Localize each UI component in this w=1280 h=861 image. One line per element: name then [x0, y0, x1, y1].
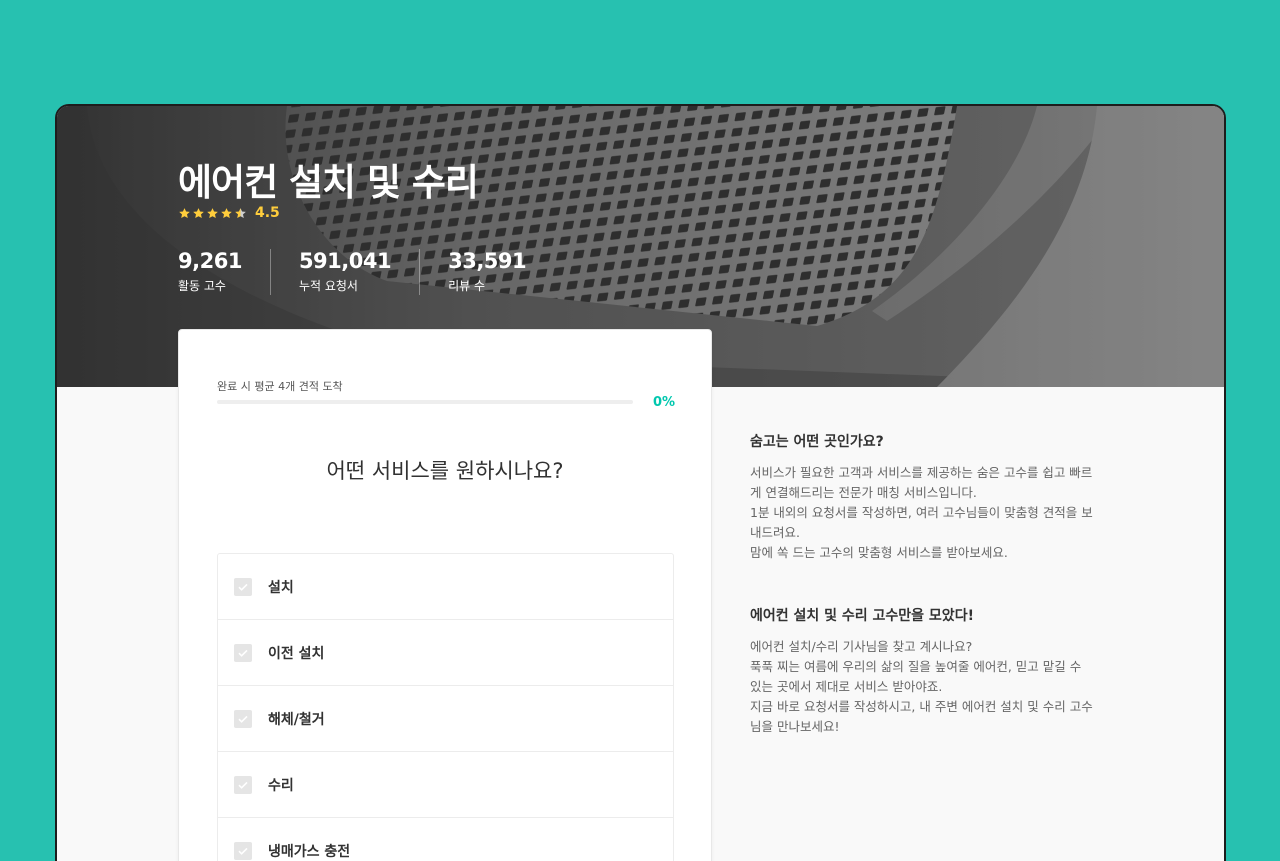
check-icon — [238, 583, 248, 591]
check-icon — [238, 715, 248, 723]
stat-label: 활동 고수 — [178, 279, 226, 293]
option-repair[interactable]: 수리 — [218, 752, 673, 818]
service-options-list: 설치 이전 설치 해체/철거 수리 냉매가스 충전 — [217, 553, 674, 861]
info-body: 에어컨 설치/수리 기사님을 찾고 계시나요? 푹푹 찌는 여름에 우리의 삶의… — [750, 639, 1093, 734]
option-refrigerant-recharge[interactable]: 냉매가스 충전 — [218, 818, 673, 861]
question-title: 어떤 서비스를 원하시나요? — [326, 459, 564, 483]
checkbox[interactable] — [234, 577, 252, 596]
option-label: 해체/철거 — [268, 711, 325, 728]
progress-bar — [217, 400, 633, 404]
checkbox[interactable] — [234, 841, 252, 860]
stat-value: 9,261 — [178, 249, 242, 273]
stat-value: 591,041 — [298, 249, 392, 273]
half-star-icon — [235, 207, 246, 218]
star-icon — [179, 207, 190, 218]
check-icon — [238, 649, 248, 657]
check-icon — [238, 781, 248, 789]
rating: 4.5 — [178, 205, 280, 221]
option-label: 설치 — [268, 579, 294, 596]
check-icon — [238, 847, 248, 855]
stat-label: 누적 요청서 — [298, 279, 358, 293]
star-icon — [221, 207, 232, 218]
checkbox[interactable] — [234, 775, 252, 794]
option-label: 냉매가스 충전 — [268, 843, 351, 860]
stat-label: 리뷰 수 — [448, 279, 486, 293]
progress-percent: 0% — [653, 395, 676, 410]
stats-row: 9,261 활동 고수 591,041 누적 요청서 33,591 리뷰 수 — [178, 249, 582, 295]
star-rating — [178, 207, 247, 220]
checkbox[interactable] — [234, 643, 252, 662]
stat-review-count: 33,591 리뷰 수 — [448, 249, 554, 295]
info-section-category: 에어컨 설치 및 수리 고수만을 모았다! 에어컨 설치/수리 기사님을 찾고 … — [750, 605, 1095, 737]
stat-total-requests: 591,041 누적 요청서 — [298, 249, 421, 295]
page-title: 에어컨 설치 및 수리 — [178, 161, 479, 204]
request-form-card: 완료 시 평균 4개 견적 도착 0% 어떤 서비스를 원하시나요? 설치 이전… — [178, 329, 712, 861]
star-icon — [207, 207, 218, 218]
star-icon — [193, 207, 204, 218]
stat-value: 33,591 — [448, 249, 527, 273]
info-body: 서비스가 필요한 고객과 서비스를 제공하는 숨은 고수를 쉽고 빠르게 연결해… — [750, 465, 1093, 560]
option-relocation-install[interactable]: 이전 설치 — [218, 620, 673, 686]
app-window: 에어컨 설치 및 수리 4.5 9,261 활동 고수 591,041 누적 요… — [55, 104, 1226, 861]
stat-active-pros: 9,261 활동 고수 — [178, 249, 271, 295]
progress-label: 완료 시 평균 4개 견적 도착 — [217, 380, 343, 393]
option-label: 이전 설치 — [268, 645, 325, 662]
rating-value: 4.5 — [255, 205, 280, 221]
option-dismantle[interactable]: 해체/철거 — [218, 686, 673, 752]
checkbox[interactable] — [234, 709, 252, 728]
option-label: 수리 — [268, 777, 294, 794]
option-install[interactable]: 설치 — [218, 554, 673, 620]
info-title: 숨고는 어떤 곳인가요? — [750, 434, 884, 450]
info-title: 에어컨 설치 및 수리 고수만을 모았다! — [750, 608, 974, 624]
info-section-about: 숨고는 어떤 곳인가요? 서비스가 필요한 고객과 서비스를 제공하는 숨은 고… — [750, 431, 1095, 563]
